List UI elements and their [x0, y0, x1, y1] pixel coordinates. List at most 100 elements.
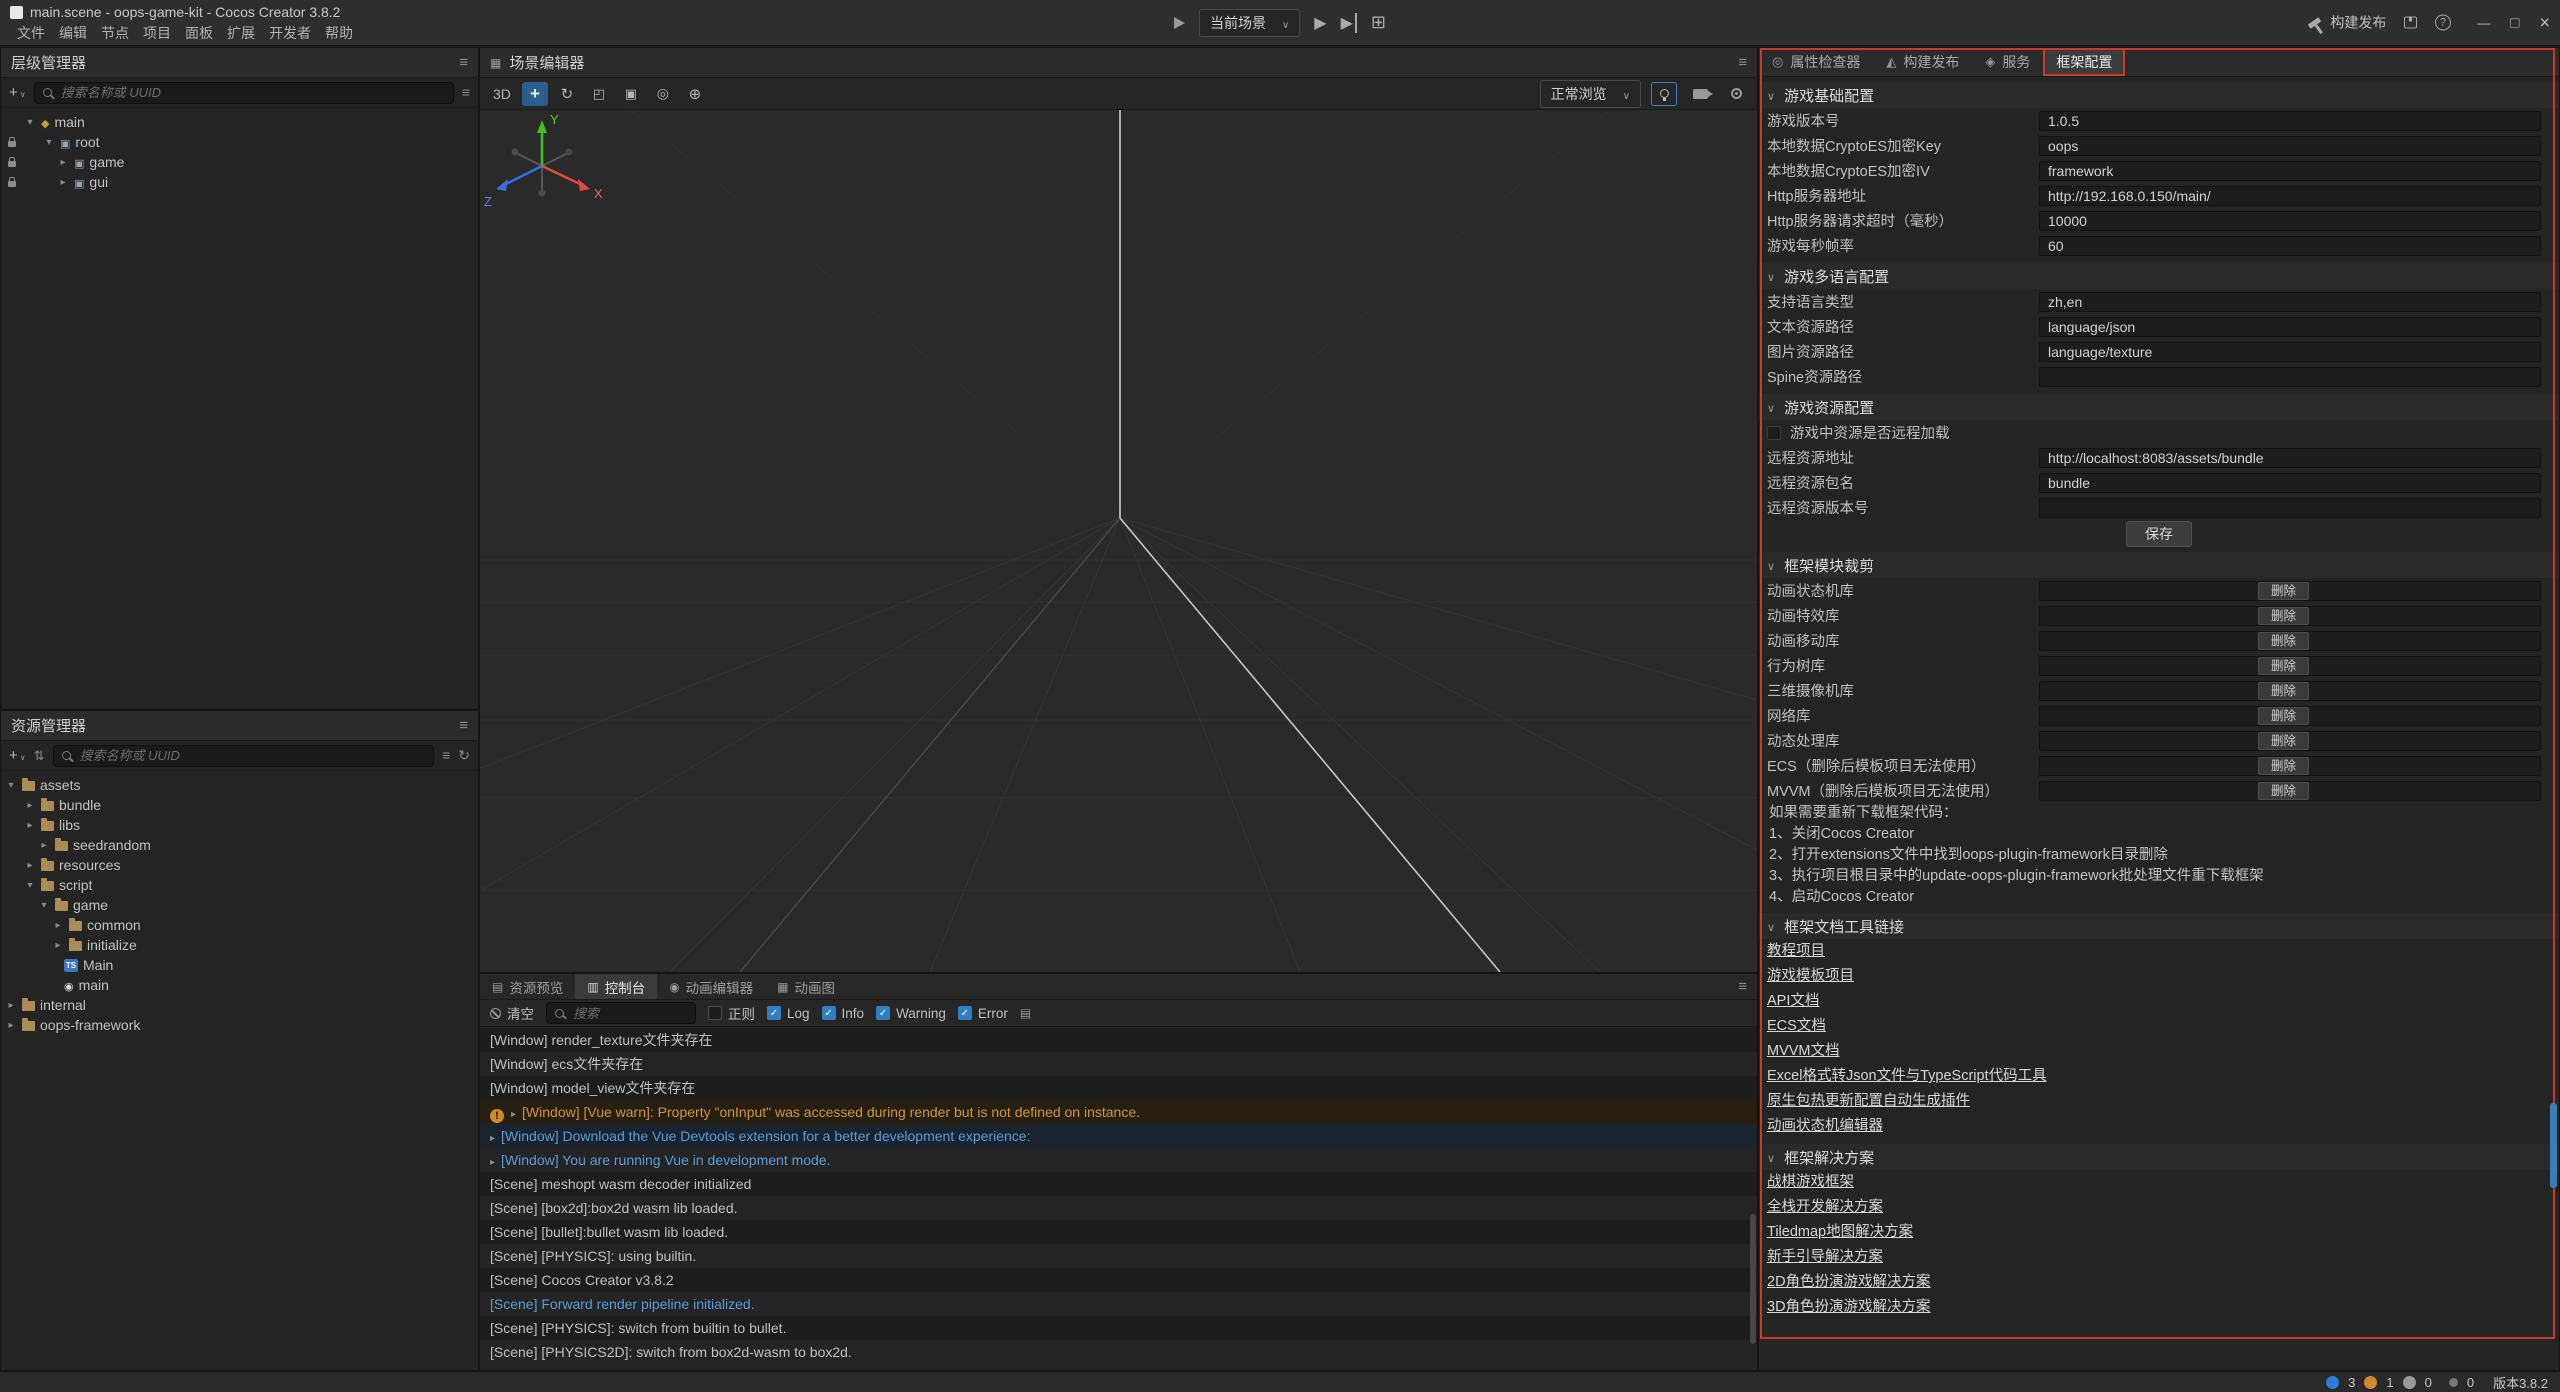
filter-info[interactable]: Info	[822, 1006, 865, 1021]
asset-node-assets[interactable]: assets	[1, 775, 478, 795]
image-res-path-input[interactable]	[2039, 342, 2541, 362]
expand-chevron-icon[interactable]: ▸	[490, 1133, 495, 1144]
panel-menu-icon[interactable]	[459, 717, 468, 734]
filter-warning[interactable]: Warning	[876, 1006, 946, 1021]
languages-input[interactable]	[2039, 292, 2541, 312]
delete-button[interactable]: 删除	[2258, 607, 2309, 625]
game-version-input[interactable]	[2039, 111, 2541, 131]
remote-bundle-input[interactable]	[2039, 473, 2541, 493]
asset-node-bundle[interactable]: bundle	[1, 795, 478, 815]
spine-res-path-input[interactable]	[2039, 367, 2541, 387]
axis-gizmo[interactable]: Y X Z	[480, 110, 610, 230]
chevron-right-icon[interactable]	[52, 920, 64, 931]
tab-service[interactable]: 服务	[1972, 48, 2043, 76]
section-header-resource[interactable]: 游戏资源配置	[1759, 394, 2559, 420]
menu-panel[interactable]: 面板	[178, 23, 220, 43]
chevron-right-icon[interactable]	[24, 860, 36, 871]
console-search-input[interactable]	[571, 1005, 687, 1022]
delete-button[interactable]: 删除	[2258, 632, 2309, 650]
log-row-info[interactable]: [Scene] Forward render pipeline initiali…	[480, 1292, 1757, 1316]
solution-link-2drpg[interactable]: 2D角色扮演游戏解决方案	[1767, 1270, 1931, 1295]
chevron-right-icon[interactable]	[5, 1020, 17, 1031]
close-button[interactable]	[2539, 12, 2550, 33]
asset-node-oops-framework[interactable]: oops-framework	[1, 1015, 478, 1035]
log-row[interactable]: [Window] render_texture文件夹存在	[480, 1028, 1757, 1052]
log-row[interactable]: [Window] model_view文件夹存在	[480, 1076, 1757, 1100]
fps-input[interactable]	[2039, 236, 2541, 256]
lock-icon[interactable]	[8, 161, 16, 167]
filter-log[interactable]: Log	[767, 1006, 810, 1021]
maximize-button[interactable]	[2510, 14, 2519, 31]
delete-button[interactable]: 删除	[2258, 782, 2309, 800]
delete-button[interactable]: 删除	[2258, 707, 2309, 725]
menu-node[interactable]: 节点	[94, 23, 136, 43]
assets-search-input[interactable]	[78, 747, 426, 764]
asset-node-internal[interactable]: internal	[1, 995, 478, 1015]
section-header-solutions[interactable]: 框架解决方案	[1759, 1144, 2559, 1170]
doc-link-api[interactable]: API文档	[1767, 989, 1819, 1014]
chevron-right-icon[interactable]	[52, 940, 64, 951]
asset-node-seedrandom[interactable]: seedrandom	[1, 835, 478, 855]
doc-link-tutorial[interactable]: 教程项目	[1767, 939, 1825, 964]
crypto-key-input[interactable]	[2039, 136, 2541, 156]
view-mode-dropdown[interactable]: 正常浏览	[1540, 80, 1641, 108]
expand-chevron-icon[interactable]: ▸	[490, 1157, 495, 1168]
move-tool-button[interactable]	[522, 82, 548, 106]
scene-settings-button[interactable]	[1723, 82, 1749, 106]
chevron-down-icon[interactable]	[38, 900, 50, 911]
tab-animation-graph[interactable]: 动画图	[765, 974, 847, 999]
log-row[interactable]: [Scene] [PHYSICS]: switch from builtin t…	[480, 1316, 1757, 1340]
menu-help[interactable]: 帮助	[318, 23, 360, 43]
asset-node-initialize[interactable]: initialize	[1, 935, 478, 955]
regex-filter[interactable]: 正则	[708, 1003, 755, 1023]
log-row[interactable]: [Scene] [PHYSICS2D]: switch from box2d-w…	[480, 1340, 1757, 1364]
layout-icon[interactable]	[1371, 12, 1386, 33]
crypto-iv-input[interactable]	[2039, 161, 2541, 181]
log-row[interactable]: [Scene] Cocos Creator v3.8.2	[480, 1268, 1757, 1292]
delete-button[interactable]: 删除	[2258, 682, 2309, 700]
chevron-right-icon[interactable]	[57, 177, 69, 188]
menu-developer[interactable]: 开发者	[262, 23, 318, 43]
refresh-icon[interactable]	[458, 747, 470, 765]
scene-viewport[interactable]: Y X Z	[480, 110, 1757, 972]
solution-link-3drpg[interactable]: 3D角色扮演游戏解决方案	[1767, 1295, 1931, 1320]
add-asset-button[interactable]: +	[9, 747, 26, 764]
chevron-right-icon[interactable]	[38, 840, 50, 851]
doc-link-excel-tool[interactable]: Excel格式转Json文件与TypeScript代码工具	[1767, 1064, 2047, 1089]
delete-button[interactable]: 删除	[2258, 757, 2309, 775]
chevron-right-icon[interactable]	[57, 157, 69, 168]
menu-file[interactable]: 文件	[10, 23, 52, 43]
solution-link-fullstack[interactable]: 全栈开发解决方案	[1767, 1195, 1883, 1220]
remote-version-input[interactable]	[2039, 498, 2541, 518]
warning-count-icon[interactable]	[2364, 1376, 2377, 1389]
tab-framework-config[interactable]: 框架配置	[2043, 48, 2125, 76]
tab-animation-editor[interactable]: 动画编辑器	[657, 974, 765, 999]
build-publish-button[interactable]: 构建发布	[2308, 13, 2386, 33]
remote-load-checkbox[interactable]	[1767, 426, 1781, 440]
http-server-input[interactable]	[2039, 186, 2541, 206]
hierarchy-node-main[interactable]: main	[1, 112, 478, 132]
chevron-right-icon[interactable]	[24, 800, 36, 811]
error-count-icon[interactable]	[2403, 1376, 2416, 1389]
help-icon[interactable]	[2435, 15, 2451, 31]
filter-icon[interactable]	[442, 747, 450, 765]
section-header-basic[interactable]: 游戏基础配置	[1759, 82, 2559, 108]
add-node-button[interactable]: +	[9, 84, 26, 101]
asset-node-game[interactable]: game	[1, 895, 478, 915]
doc-link-hotupdate-plugin[interactable]: 原生包热更新配置自动生成插件	[1767, 1089, 1970, 1114]
doc-link-animator-editor[interactable]: 动画状态机编辑器	[1767, 1114, 1883, 1139]
message-count-icon[interactable]	[2326, 1376, 2339, 1389]
panel-menu-icon[interactable]	[459, 54, 468, 71]
package-icon[interactable]	[2404, 17, 2417, 29]
solution-link-guide[interactable]: 新手引导解决方案	[1767, 1245, 1883, 1270]
filter-error[interactable]: Error	[958, 1006, 1008, 1021]
delete-button[interactable]: 删除	[2258, 732, 2309, 750]
log-row[interactable]: [Scene] [box2d]:box2d wasm lib loaded.	[480, 1196, 1757, 1220]
chevron-down-icon[interactable]	[43, 137, 55, 148]
http-timeout-input[interactable]	[2039, 211, 2541, 231]
lighting-toggle[interactable]	[1651, 82, 1677, 106]
tab-console[interactable]: 控制台	[575, 974, 657, 999]
asset-node-main-scene[interactable]: main	[1, 975, 478, 995]
panel-menu-icon[interactable]	[1738, 54, 1747, 71]
doc-link-mvvm[interactable]: MVVM文档	[1767, 1039, 1840, 1064]
